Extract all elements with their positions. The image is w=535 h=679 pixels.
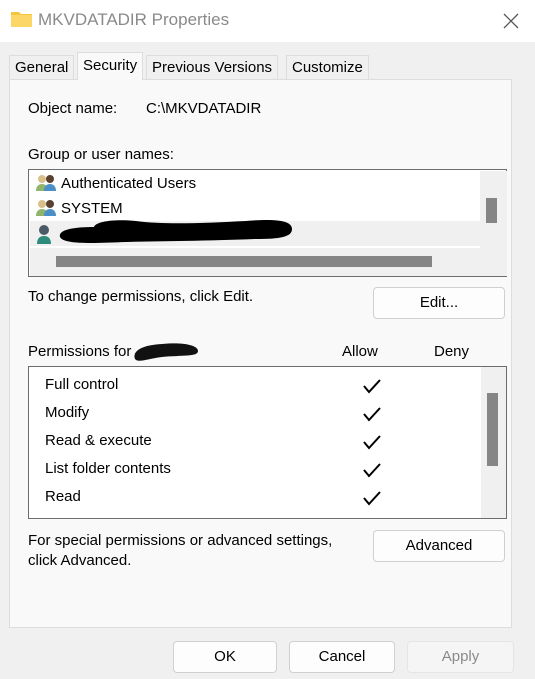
permission-row: Read bbox=[45, 483, 485, 511]
group-icon bbox=[36, 175, 56, 191]
scrollbar-thumb[interactable] bbox=[487, 393, 498, 466]
change-permissions-text: To change permissions, click Edit. bbox=[28, 288, 254, 305]
apply-button[interactable]: Apply bbox=[407, 641, 514, 673]
close-icon[interactable] bbox=[498, 8, 524, 34]
vertical-scrollbar[interactable] bbox=[481, 367, 506, 518]
allow-check-icon bbox=[363, 491, 381, 506]
permission-name: Full control bbox=[45, 376, 119, 393]
permissions-label: Permissions for bbox=[28, 343, 132, 360]
redaction-mark bbox=[59, 219, 293, 243]
vertical-scrollbar[interactable] bbox=[480, 171, 507, 248]
permission-name: Read & execute bbox=[45, 432, 152, 449]
permission-name: Read bbox=[45, 488, 81, 505]
tab-customize[interactable]: Customize bbox=[286, 55, 369, 80]
window-title: MKVDATADIR Properties bbox=[38, 10, 230, 29]
permissions-list[interactable]: Full control Modify Read & execute List … bbox=[28, 366, 507, 519]
object-name-label: Object name: bbox=[28, 100, 118, 117]
permission-row: Modify bbox=[45, 399, 485, 427]
allow-check-icon bbox=[363, 407, 381, 422]
group-label: Group or user names: bbox=[28, 146, 174, 163]
redaction-mark bbox=[134, 343, 198, 361]
advanced-text-line-1: For special permissions or advanced sett… bbox=[28, 532, 333, 549]
permission-row: Read & execute bbox=[45, 427, 485, 455]
list-item-selected[interactable] bbox=[30, 219, 480, 246]
object-name-value: C:\MKVDATADIR bbox=[146, 100, 262, 117]
advanced-text-line-2: click Advanced. bbox=[28, 552, 132, 569]
allow-check-icon bbox=[363, 463, 381, 478]
list-item[interactable]: Authenticated Users bbox=[30, 171, 480, 196]
title-bar: MKVDATADIR Properties bbox=[0, 0, 535, 42]
group-name: Authenticated Users bbox=[61, 175, 197, 192]
tab-security[interactable]: Security bbox=[77, 52, 144, 80]
permission-name: Modify bbox=[45, 404, 90, 421]
tab-general[interactable]: General bbox=[9, 55, 75, 80]
permission-name: List folder contents bbox=[45, 460, 171, 477]
allow-header: Allow bbox=[342, 343, 378, 360]
allow-check-icon bbox=[363, 379, 381, 394]
advanced-button[interactable]: Advanced bbox=[373, 530, 505, 562]
permission-row: Full control bbox=[45, 371, 485, 399]
edit-button[interactable]: Edit... bbox=[373, 287, 505, 319]
scrollbar-thumb[interactable] bbox=[486, 198, 497, 223]
ok-button[interactable]: OK bbox=[173, 641, 277, 673]
scrollbar-thumb[interactable] bbox=[56, 256, 432, 267]
user-icon bbox=[37, 225, 51, 244]
cancel-button[interactable]: Cancel bbox=[289, 641, 395, 673]
group-icon bbox=[36, 200, 56, 216]
tab-previous-versions[interactable]: Previous Versions bbox=[146, 55, 279, 80]
deny-header: Deny bbox=[434, 343, 470, 360]
horizontal-scrollbar[interactable] bbox=[30, 248, 507, 276]
group-list[interactable]: Authenticated Users SYSTEM bbox=[28, 169, 507, 277]
allow-check-icon bbox=[363, 435, 381, 450]
advanced-text: For special permissions or advanced sett… bbox=[28, 531, 332, 571]
permission-row: List folder contents bbox=[45, 455, 485, 483]
folder-icon bbox=[11, 12, 32, 27]
